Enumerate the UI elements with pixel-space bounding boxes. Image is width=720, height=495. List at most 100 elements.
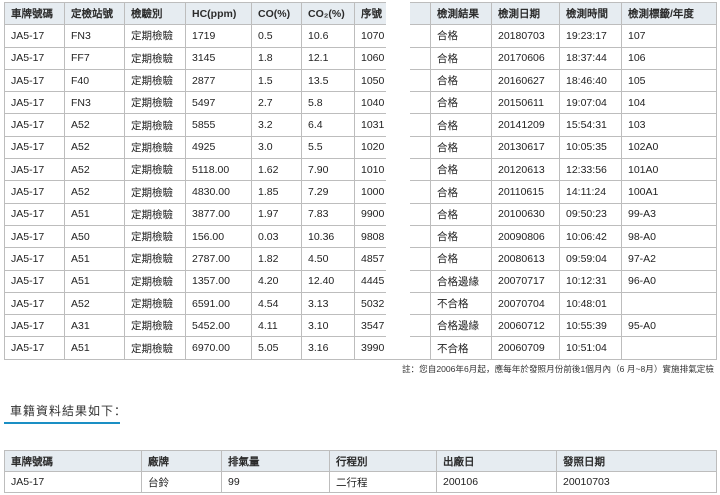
table-cell: 104 [621, 91, 717, 115]
vehicle-data-row: JA5-17 台鈴 99 二行程 200106 20010703 [4, 471, 717, 493]
table-cell: A52 [64, 135, 125, 160]
vehicle-section-title: 車籍資料結果如下： [10, 404, 128, 418]
table-cell: JA5-17 [4, 291, 65, 316]
table-cell: 定期檢驗 [124, 113, 186, 137]
table-cell: 10:51:04 [559, 336, 622, 360]
table-cell: 20170606 [491, 46, 560, 70]
table-cell: 18:46:40 [559, 68, 622, 93]
col-header: CO₂(%) [301, 1, 355, 26]
table-cell: 4.11 [251, 314, 302, 338]
table-cell: 5.05 [251, 336, 302, 360]
table-cell: 合格 [430, 113, 492, 137]
table-cell: 定期檢驗 [124, 24, 186, 48]
table-cell: 定期檢驗 [124, 224, 186, 249]
table-cell: 10:48:01 [559, 291, 622, 316]
table-cell: 20110615 [491, 180, 560, 204]
table-cell: JA5-17 [4, 471, 142, 493]
table-cell: 1.5 [251, 68, 302, 93]
table-cell: 5118.00 [185, 158, 252, 182]
table-cell: 定期檢驗 [124, 180, 186, 204]
table-cell: 10:55:39 [559, 314, 622, 338]
table-cell: 20160627 [491, 68, 560, 93]
table-cell: 合格邊緣 [430, 314, 492, 338]
table-cell: 合格 [430, 224, 492, 249]
table-cell: 20070717 [491, 269, 560, 293]
table-cell: 3.13 [301, 291, 355, 316]
table-cell: 4.50 [301, 247, 355, 271]
col-header: 檢測日期 [491, 1, 560, 26]
table-cell: 3877.00 [185, 202, 252, 226]
table-cell: 15:54:31 [559, 113, 622, 137]
table-cell: 6591.00 [185, 291, 252, 316]
table-cell: 10:05:35 [559, 135, 622, 160]
table-cell: 2877 [185, 68, 252, 93]
col-header: HC(ppm) [185, 1, 252, 26]
table-cell: 20070704 [491, 291, 560, 316]
table-cell: 4.20 [251, 269, 302, 293]
table-cell: 1.62 [251, 158, 302, 182]
table-cell: JA5-17 [4, 46, 65, 70]
table-cell: 合格 [430, 46, 492, 70]
table-cell: 1357.00 [185, 269, 252, 293]
table-cell: 定期檢驗 [124, 158, 186, 182]
table-cell: 20060712 [491, 314, 560, 338]
inspection-records-table: 車牌號碼 定檢站號 檢驗別 HC(ppm) CO(%) CO₂(%) 序號 檢測結果 檢測日期檢… [4, 1, 717, 360]
table-cell: 定期檢驗 [124, 314, 186, 338]
table-cell: A52 [64, 113, 125, 137]
table-cell: 台鈴 [141, 471, 222, 493]
table-cell: 合格 [430, 202, 492, 226]
table-row: JA5-17 A51 定期檢驗 3877.00 1.97 7.83 9900 合格 201006… [4, 202, 717, 226]
col-header: 車牌號碼 [4, 1, 65, 26]
table-cell: JA5-17 [4, 180, 65, 204]
table-cell: 10.36 [301, 224, 355, 249]
table-cell: 6970.00 [185, 336, 252, 360]
table-row: JA5-17 A52 定期檢驗 5855 3.2 6.4 1031 合格 20141209 15:… [4, 113, 717, 137]
table-row: JA5-17 A51 定期檢驗 1357.00 4.20 12.40 4445 合格邊緣 200… [4, 269, 717, 293]
table-cell: 105 [621, 68, 717, 93]
table-cell: 5.8 [301, 91, 355, 115]
table-cell: FN3 [64, 24, 125, 48]
table-cell: 定期檢驗 [124, 135, 186, 160]
col-header: 發照日期 [556, 450, 717, 472]
table-cell: 99-A3 [621, 202, 717, 226]
table-cell: JA5-17 [4, 91, 65, 115]
table-cell: JA5-17 [4, 68, 65, 93]
table-cell: 2787.00 [185, 247, 252, 271]
table-cell: 0.03 [251, 224, 302, 249]
col-header: 檢測時間 [559, 1, 622, 26]
table-cell: A52 [64, 291, 125, 316]
table-cell: 09:59:04 [559, 247, 622, 271]
table-cell: JA5-17 [4, 113, 65, 137]
table-cell: 106 [621, 46, 717, 70]
table-cell: JA5-17 [4, 158, 65, 182]
table-cell: 4830.00 [185, 180, 252, 204]
table-cell: 19:23:17 [559, 24, 622, 48]
table-cell: JA5-17 [4, 336, 65, 360]
table-cell: 19:07:04 [559, 91, 622, 115]
table-cell: 20010703 [556, 471, 717, 493]
occluded-region [386, 2, 410, 357]
table-cell: 14:11:24 [559, 180, 622, 204]
table-cell: 1.8 [251, 46, 302, 70]
table-row: JA5-17 A31 定期檢驗 5452.00 4.11 3.10 3547 合格邊緣 2006… [4, 314, 717, 338]
col-header: 定檢站號 [64, 1, 125, 26]
table-cell: 定期檢驗 [124, 291, 186, 316]
table-cell: 定期檢驗 [124, 202, 186, 226]
table-cell: 1.82 [251, 247, 302, 271]
table-cell: 合格邊緣 [430, 269, 492, 293]
col-header: 檢驗別 [124, 1, 186, 26]
table-cell: 7.29 [301, 180, 355, 204]
table-cell: 20150611 [491, 91, 560, 115]
table-cell: 6.4 [301, 113, 355, 137]
table-cell: 101A0 [621, 158, 717, 182]
table-cell: 20130617 [491, 135, 560, 160]
table-cell: JA5-17 [4, 224, 65, 249]
vehicle-info-table: 車牌號碼 廠牌 排氣量 行程別 出廠日 發照日期 JA5-17 台鈴 99 二行程 200106 2… [4, 450, 717, 493]
table-cell: 0.5 [251, 24, 302, 48]
table-cell: 97-A2 [621, 247, 717, 271]
table-cell [621, 291, 717, 316]
table-cell: 20060709 [491, 336, 560, 360]
table-cell: 1.97 [251, 202, 302, 226]
table-cell: 107 [621, 24, 717, 48]
table-cell: A51 [64, 336, 125, 360]
